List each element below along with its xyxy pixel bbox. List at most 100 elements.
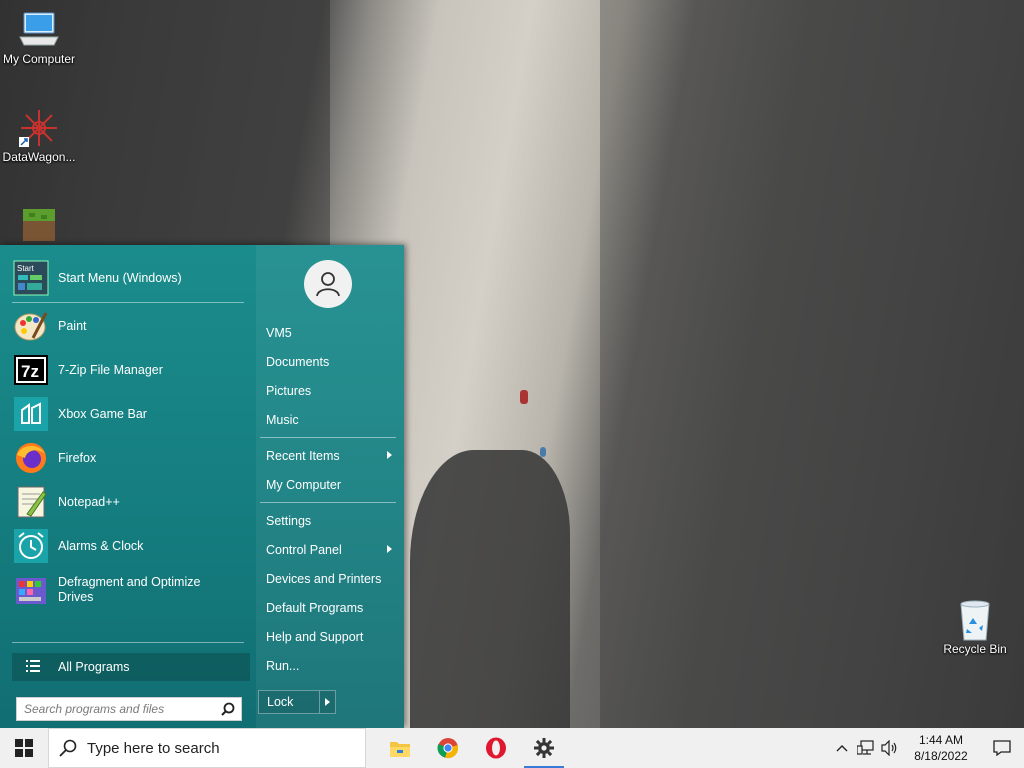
program-label: Defragment and Optimize Drives bbox=[58, 575, 201, 604]
volume-button[interactable] bbox=[878, 728, 902, 768]
taskbar-search-box[interactable]: Type here to search bbox=[48, 728, 366, 768]
desktop-icon-datawagon[interactable]: DataWagon... bbox=[0, 108, 78, 164]
program-item-paint[interactable]: Paint bbox=[12, 305, 248, 347]
chrome-icon bbox=[437, 738, 458, 759]
place-label: Settings bbox=[266, 514, 312, 528]
firefox-icon bbox=[12, 439, 50, 477]
place-item-music[interactable]: Music bbox=[266, 409, 398, 431]
program-item-alarms-clock[interactable]: Alarms & Clock bbox=[12, 525, 248, 567]
place-item-pictures[interactable]: Pictures bbox=[266, 380, 398, 402]
all-programs-button[interactable]: All Programs bbox=[12, 653, 250, 681]
program-label: Alarms & Clock bbox=[58, 538, 144, 553]
place-label: Music bbox=[266, 413, 299, 427]
divider bbox=[12, 302, 244, 303]
start-menu-search-input[interactable] bbox=[24, 702, 214, 716]
network-button[interactable] bbox=[854, 728, 878, 768]
taskbar-opera[interactable] bbox=[472, 728, 520, 768]
place-label: Control Panel bbox=[266, 543, 342, 557]
all-programs-label: All Programs bbox=[58, 660, 130, 674]
place-item-control-panel[interactable]: Control Panel bbox=[266, 539, 398, 561]
clock-time: 1:44 AM bbox=[918, 733, 964, 747]
place-label: My Computer bbox=[266, 478, 342, 492]
place-item-default-programs[interactable]: Default Programs bbox=[266, 597, 398, 619]
place-item-recent-items[interactable]: Recent Items bbox=[266, 445, 398, 467]
lock-label: Lock bbox=[267, 695, 294, 709]
windows-logo-icon bbox=[15, 739, 33, 757]
desktop-icon-recycle-bin[interactable]: Recycle Bin bbox=[936, 600, 1014, 656]
submenu-arrow-icon bbox=[387, 545, 392, 553]
xbox-game-bar-icon bbox=[12, 395, 50, 433]
list-icon bbox=[26, 659, 40, 675]
start-menu-programs-pane: Start Start Menu (Windows) Paint 7z 7-Zi… bbox=[6, 253, 252, 723]
start-menu-icon: Start bbox=[12, 259, 50, 297]
svg-text:Start: Start bbox=[17, 264, 35, 273]
place-label: VM5 bbox=[266, 326, 292, 340]
svg-text:7z: 7z bbox=[21, 362, 39, 381]
user-avatar[interactable] bbox=[304, 260, 352, 308]
place-label: Devices and Printers bbox=[266, 572, 382, 586]
place-label: Documents bbox=[266, 355, 330, 369]
place-item-run[interactable]: Run... bbox=[266, 655, 398, 677]
taskbar-settings[interactable] bbox=[520, 728, 568, 768]
place-label: Recent Items bbox=[266, 449, 340, 463]
program-label: Firefox bbox=[58, 450, 97, 465]
taskbar-clock[interactable]: 1:44 AM 8/18/2022 bbox=[902, 732, 980, 764]
search-icon[interactable] bbox=[221, 702, 235, 719]
computer-icon bbox=[17, 10, 61, 50]
program-item-notepadpp[interactable]: Notepad++ bbox=[12, 481, 248, 523]
desktop-icon-label: DataWagon... bbox=[2, 150, 76, 164]
taskbar-file-explorer[interactable] bbox=[376, 728, 424, 768]
program-label: Notepad++ bbox=[58, 494, 120, 509]
action-center-button[interactable] bbox=[980, 728, 1024, 768]
start-menu: Start Start Menu (Windows) Paint 7z 7-Zi… bbox=[0, 245, 404, 728]
show-hidden-icons-button[interactable] bbox=[830, 728, 854, 768]
place-label: Help and Support bbox=[266, 630, 364, 644]
program-item-defrag[interactable]: Defragment and Optimize Drives bbox=[12, 569, 248, 611]
opera-icon bbox=[486, 737, 506, 759]
speaker-icon bbox=[881, 740, 897, 756]
place-item-settings[interactable]: Settings bbox=[266, 510, 398, 532]
desktop-icon-label: My Computer bbox=[2, 52, 76, 66]
recycle-bin-icon bbox=[953, 600, 997, 641]
start-menu-places-pane: VM5 Documents Pictures Music Recent Item… bbox=[256, 245, 404, 728]
clock-date: 8/18/2022 bbox=[914, 749, 968, 763]
program-item-firefox[interactable]: Firefox bbox=[12, 437, 248, 479]
chevron-up-icon bbox=[836, 745, 848, 752]
start-button[interactable] bbox=[0, 728, 48, 768]
place-item-user[interactable]: VM5 bbox=[266, 322, 398, 344]
desktop-icon-label: Recycle Bin bbox=[943, 642, 1007, 656]
start-menu-search-box[interactable] bbox=[16, 697, 242, 721]
defrag-icon bbox=[12, 571, 50, 609]
network-icon bbox=[857, 740, 874, 755]
alarms-clock-icon bbox=[12, 527, 50, 565]
user-icon bbox=[316, 272, 340, 297]
place-item-help-support[interactable]: Help and Support bbox=[266, 626, 398, 648]
notepadpp-icon bbox=[12, 483, 50, 521]
program-item-xbox-game-bar[interactable]: Xbox Game Bar bbox=[12, 393, 248, 435]
lock-button[interactable]: Lock bbox=[258, 690, 336, 714]
place-item-documents[interactable]: Documents bbox=[266, 351, 398, 373]
taskbar-search-placeholder: Type here to search bbox=[87, 739, 220, 757]
place-item-my-computer[interactable]: My Computer bbox=[266, 474, 398, 496]
file-explorer-icon bbox=[390, 742, 410, 757]
desktop-icon-minecraft[interactable] bbox=[0, 205, 78, 247]
place-label: Default Programs bbox=[266, 601, 364, 615]
desktop-icon-my-computer[interactable]: My Computer bbox=[0, 10, 78, 66]
submenu-arrow-icon bbox=[387, 451, 392, 459]
divider bbox=[12, 642, 244, 643]
paint-icon bbox=[12, 307, 50, 345]
settings-icon bbox=[534, 738, 554, 758]
minecraft-icon bbox=[17, 205, 61, 245]
taskbar-chrome[interactable] bbox=[424, 728, 472, 768]
program-label: 7-Zip File Manager bbox=[58, 362, 163, 377]
program-item-7zip[interactable]: 7z 7-Zip File Manager bbox=[12, 349, 248, 391]
place-label: Run... bbox=[266, 659, 300, 673]
lock-options-arrow-icon[interactable] bbox=[325, 698, 330, 706]
pinned-label: Start Menu (Windows) bbox=[58, 270, 182, 285]
program-label: Xbox Game Bar bbox=[58, 406, 147, 421]
search-icon bbox=[59, 739, 77, 757]
place-label: Pictures bbox=[266, 384, 312, 398]
7zip-icon: 7z bbox=[12, 351, 50, 389]
pinned-start-menu-windows[interactable]: Start Start Menu (Windows) bbox=[12, 257, 248, 299]
place-item-devices-printers[interactable]: Devices and Printers bbox=[266, 568, 398, 590]
